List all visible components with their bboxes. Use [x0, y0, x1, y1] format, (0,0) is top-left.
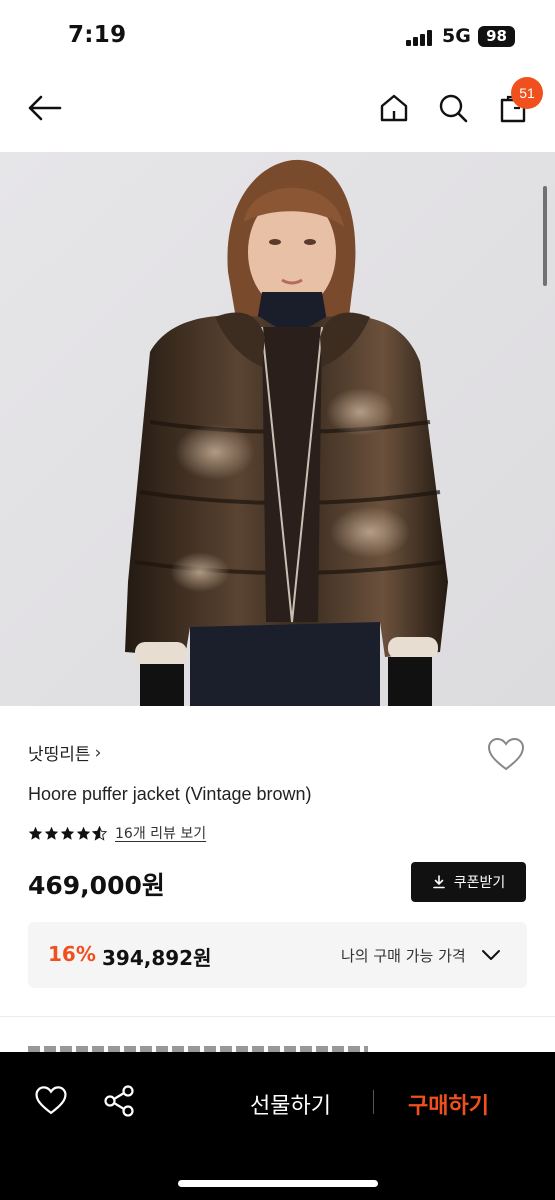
image-scrollbar[interactable] [543, 186, 547, 286]
wishlist-button[interactable] [486, 735, 526, 775]
rating-stars [28, 825, 107, 841]
brand-link[interactable]: 낫띵리튼 › [28, 740, 102, 766]
half-star-icon [92, 825, 107, 841]
search-icon [439, 94, 468, 123]
chevron-right-icon: › [94, 742, 102, 763]
bar-separator [373, 1090, 374, 1114]
product-image[interactable] [0, 152, 555, 706]
rating-row: 16개 리뷰 보기 [28, 822, 206, 844]
like-button[interactable] [34, 1084, 68, 1118]
bottom-action-bar: 선물하기 구매하기 [0, 1052, 555, 1200]
star-icon [76, 826, 91, 840]
back-button[interactable] [25, 88, 65, 128]
cart-count-badge: 51 [511, 77, 543, 109]
status-bar: 7:19 5G 98 [0, 0, 555, 72]
heart-icon [35, 1086, 67, 1115]
section-divider [0, 1016, 555, 1017]
home-icon [380, 94, 408, 122]
brand-name: 낫띵리튼 [28, 745, 91, 765]
product-title: Hoore puffer jacket (Vintage brown) [28, 784, 312, 804]
search-button[interactable] [433, 88, 473, 128]
heart-icon [487, 737, 525, 771]
coupon-button[interactable]: 쿠폰받기 [411, 862, 526, 902]
share-button[interactable] [102, 1084, 136, 1118]
star-icon [44, 826, 59, 840]
chevron-down-icon [482, 950, 500, 960]
coupon-label: 쿠폰받기 [453, 875, 506, 891]
arrow-left-icon [28, 95, 62, 121]
star-icon [60, 826, 75, 840]
discount-price: 394,892원 [102, 946, 212, 970]
battery-icon: 98 [478, 26, 515, 47]
home-button[interactable] [374, 88, 414, 128]
buy-button[interactable]: 구매하기 [408, 1088, 489, 1120]
obscured-text-line [28, 1040, 388, 1052]
my-price-box[interactable]: 16% 394,892원 나의 구매 가능 가격 [28, 922, 527, 988]
status-time: 7:19 [68, 22, 127, 48]
star-icon [28, 826, 43, 840]
discount-rate: 16% [48, 942, 96, 966]
my-price-label: 나의 구매 가능 가격 [341, 947, 466, 965]
home-indicator [178, 1180, 378, 1187]
download-icon [432, 875, 445, 889]
signal-icon [406, 30, 436, 46]
network-label: 5G [442, 25, 471, 47]
price: 469,000원 [28, 871, 165, 900]
product-photo [0, 152, 555, 706]
nav-bar [0, 72, 555, 152]
share-icon [104, 1085, 134, 1117]
gift-button[interactable]: 선물하기 [250, 1088, 331, 1120]
review-link[interactable]: 16개 리뷰 보기 [115, 823, 206, 843]
